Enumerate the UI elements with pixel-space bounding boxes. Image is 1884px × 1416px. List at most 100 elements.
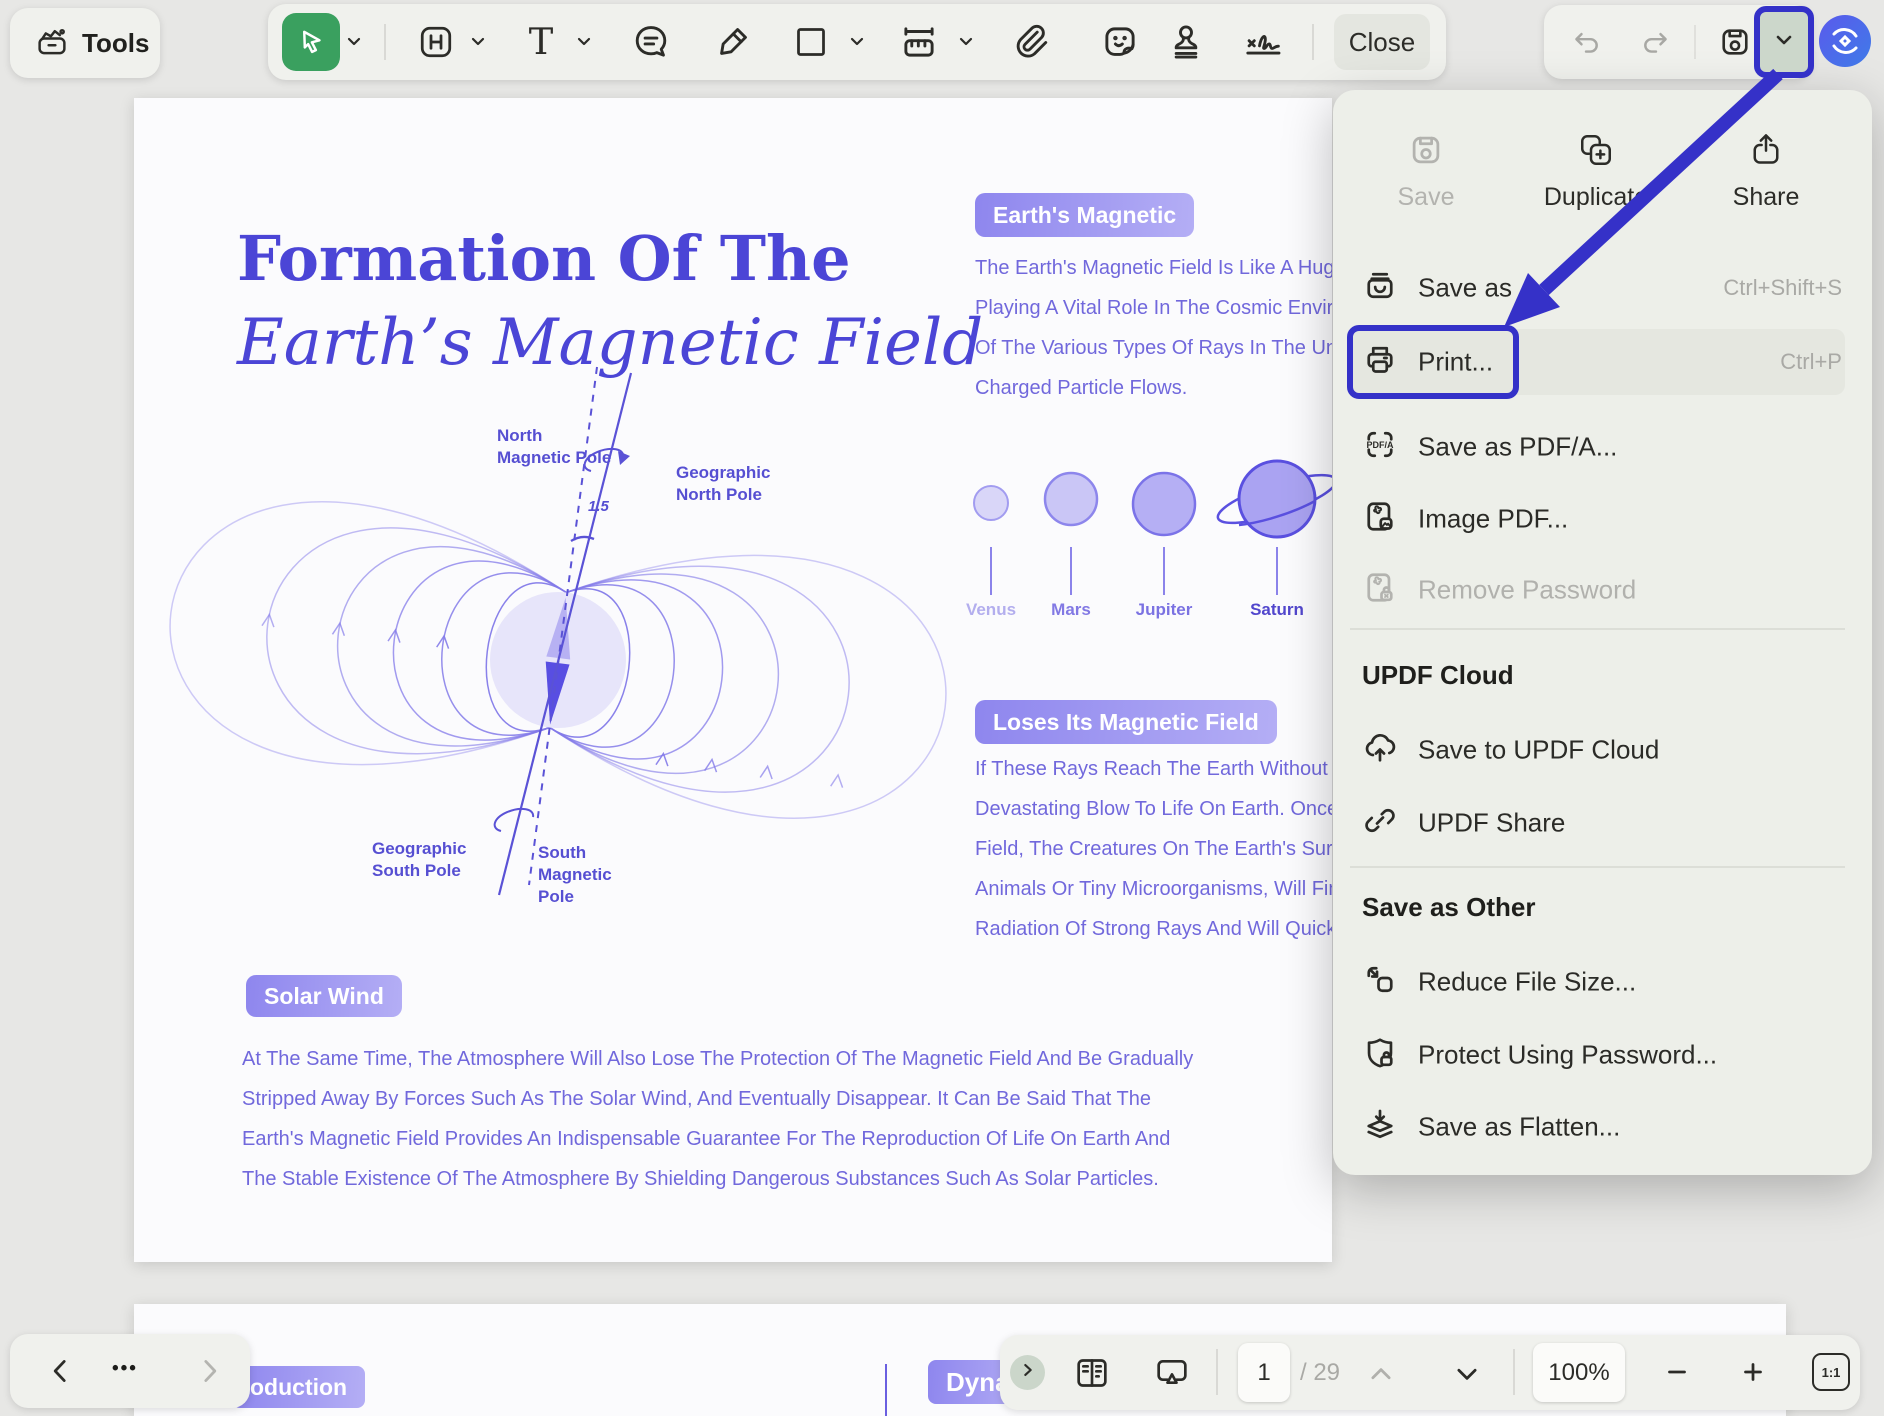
badge-introduction-clipped: oduction: [232, 1366, 365, 1408]
menu-divider: [1350, 628, 1845, 630]
quick-action-duplicate[interactable]: Duplicate: [1521, 130, 1671, 212]
svg-text:PDF/A: PDF/A: [1367, 440, 1395, 450]
doc-title-line1: Formation Of The: [237, 222, 851, 295]
select-tool-button[interactable]: [282, 13, 340, 71]
nav-back-icon[interactable]: [44, 1354, 78, 1393]
sticker-tool-button[interactable]: [1099, 21, 1141, 68]
chevron-down-icon: [1772, 28, 1796, 57]
menu-item-save-as-flatten[interactable]: Save as Flatten...: [1333, 1099, 1872, 1155]
two-page-view-icon[interactable]: [1072, 1353, 1112, 1398]
menu-item-save-as-pdfa-label: Save as PDF/A...: [1418, 432, 1617, 463]
toolbar-divider: [384, 24, 386, 60]
quick-action-share[interactable]: Share: [1691, 130, 1841, 212]
measure-tool-chevron-icon[interactable]: [956, 32, 976, 57]
menu-item-save-as-flatten-label: Save as Flatten...: [1418, 1112, 1620, 1143]
save-menu-chevron-button[interactable]: [1754, 6, 1814, 78]
close-button-label: Close: [1349, 27, 1415, 58]
menu-item-updf-share[interactable]: UPDF Share: [1333, 795, 1872, 851]
menu-divider: [1350, 866, 1845, 868]
menu-item-reduce-file-size-label: Reduce File Size...: [1418, 967, 1636, 998]
page-nav-popup: •••: [10, 1334, 250, 1408]
quick-action-share-label: Share: [1691, 183, 1841, 212]
menu-item-updf-share-label: UPDF Share: [1418, 808, 1565, 839]
svg-text:T: T: [529, 20, 554, 62]
comment-tool-button[interactable]: [630, 21, 672, 68]
updf-ai-logo[interactable]: [1818, 14, 1872, 73]
text-tool-chevron-icon[interactable]: [574, 32, 594, 57]
toolbox-icon: [34, 25, 70, 66]
page2-column-divider: [885, 1364, 887, 1416]
paragraph-loses-field: If These Rays Reach The Earth Without C …: [975, 749, 1332, 949]
page-number-value: 1: [1257, 1359, 1270, 1387]
actual-size-button[interactable]: 1:1: [1812, 1353, 1850, 1391]
duplicate-icon: [1576, 157, 1616, 174]
shield-lock-icon: [1362, 1035, 1398, 1076]
menu-item-save-as[interactable]: Save as Ctrl+Shift+S: [1333, 260, 1872, 316]
link-icon: [1362, 803, 1398, 844]
save-icon[interactable]: [1716, 23, 1754, 66]
attachment-tool-button[interactable]: [1009, 21, 1051, 68]
menu-item-reduce-file-size[interactable]: Reduce File Size...: [1333, 954, 1872, 1010]
menu-item-protect-password[interactable]: Protect Using Password...: [1333, 1027, 1872, 1083]
badge-earths-magnetic: Earth's Magnetic: [975, 193, 1194, 237]
label-south-magnetic-pole: South Magnetic Pole: [538, 842, 612, 908]
menu-item-image-pdf[interactable]: Image PDF...: [1333, 491, 1872, 547]
undo-icon[interactable]: [1568, 24, 1604, 65]
menu-item-print-shortcut: Ctrl+P: [1780, 349, 1842, 375]
share-icon: [1746, 157, 1786, 174]
updf-app-window: Formation Of The Earth’s Magnetic Field: [0, 0, 1884, 1416]
page-down-icon[interactable]: [1452, 1359, 1482, 1394]
menu-item-save-as-pdfa[interactable]: PDF/A Save as PDF/A...: [1333, 419, 1872, 475]
flatten-icon: [1362, 1107, 1398, 1148]
image-pdf-icon: [1362, 499, 1398, 540]
planet-label-venus: Venus: [966, 600, 1016, 620]
redo-icon[interactable]: [1638, 24, 1674, 65]
menu-item-save-as-label: Save as: [1418, 273, 1512, 304]
page-number-input[interactable]: 1: [1238, 1343, 1290, 1402]
shape-tool-button[interactable]: [791, 22, 831, 67]
close-button[interactable]: Close: [1334, 14, 1430, 70]
nav-forward-icon[interactable]: [192, 1354, 226, 1393]
shape-tool-chevron-icon[interactable]: [847, 32, 867, 57]
text-tool-button[interactable]: T: [520, 20, 562, 67]
toolbar-divider: [1312, 24, 1314, 60]
planet-size-illustration: [950, 455, 1332, 605]
stamp-tool-button[interactable]: [1165, 20, 1207, 67]
quick-action-duplicate-label: Duplicate: [1521, 183, 1671, 212]
pen-tool-button[interactable]: [712, 21, 754, 68]
pdfa-icon: PDF/A: [1362, 427, 1398, 468]
measure-tool-button[interactable]: [898, 21, 940, 68]
planet-label-saturn: Saturn: [1250, 600, 1304, 620]
page-total-label: / 29: [1300, 1359, 1340, 1387]
menu-item-remove-password: Remove Password: [1333, 562, 1872, 618]
expand-bar-button[interactable]: [1010, 1355, 1045, 1390]
heading-tool-button[interactable]: [416, 22, 456, 67]
bar-divider: [1513, 1349, 1515, 1395]
remove-password-icon: [1362, 570, 1398, 611]
menu-item-print-label: Print...: [1418, 347, 1493, 378]
tools-button[interactable]: Tools: [10, 8, 160, 78]
cursor-icon: [293, 24, 329, 65]
zoom-in-icon[interactable]: [1738, 1357, 1768, 1392]
save-dropdown-menu: Save Duplicate Share: [1333, 90, 1872, 1175]
presentation-mode-icon[interactable]: [1152, 1353, 1192, 1398]
page-up-icon[interactable]: [1366, 1359, 1396, 1394]
signature-tool-button[interactable]: [1240, 21, 1292, 68]
actual-size-label: 1:1: [1822, 1365, 1841, 1380]
zoom-out-icon[interactable]: [1662, 1357, 1692, 1392]
zoom-level-input[interactable]: 100%: [1533, 1343, 1625, 1402]
view-controls-bar: 1 / 29 100% 1:1: [1000, 1335, 1860, 1410]
menu-item-print[interactable]: Print... Ctrl+P: [1333, 334, 1872, 390]
chevron-right-icon: [1019, 1361, 1037, 1384]
select-tool-chevron-icon[interactable]: [344, 32, 364, 57]
badge-solar-wind: Solar Wind: [246, 975, 402, 1017]
menu-item-protect-password-label: Protect Using Password...: [1418, 1040, 1717, 1071]
heading-tool-chevron-icon[interactable]: [468, 32, 488, 57]
nav-more-icon[interactable]: •••: [112, 1358, 138, 1380]
menu-item-remove-password-label: Remove Password: [1418, 575, 1636, 606]
label-north-magnetic-pole: North Magnetic Pole: [497, 425, 611, 469]
menu-item-image-pdf-label: Image PDF...: [1418, 504, 1568, 535]
cloud-upload-icon: [1362, 730, 1398, 771]
menu-item-save-as-shortcut: Ctrl+Shift+S: [1723, 275, 1842, 301]
menu-item-save-to-updf-cloud[interactable]: Save to UPDF Cloud: [1333, 722, 1872, 778]
